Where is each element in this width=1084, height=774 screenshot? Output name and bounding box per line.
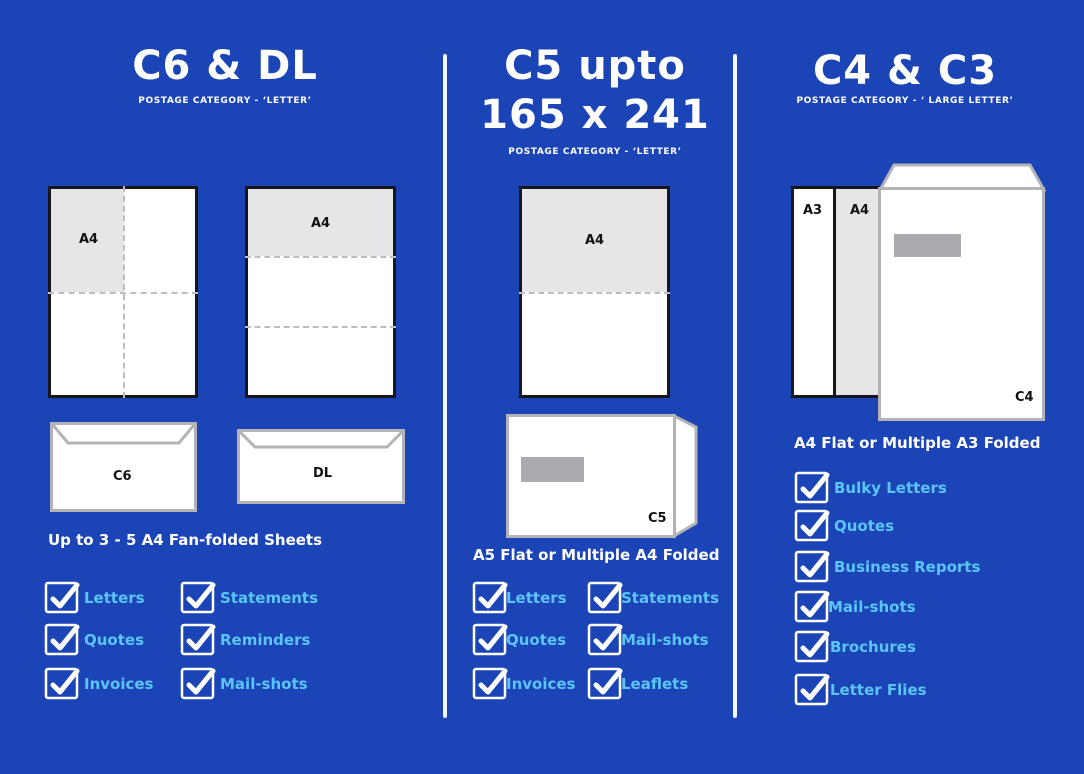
envelope-flap-side-icon — [672, 413, 698, 539]
check-item: Letters — [44, 581, 145, 614]
check-item: Statements — [587, 581, 720, 614]
check-item: Statements — [180, 581, 319, 614]
paper-a4-tri-fold: A4 — [245, 186, 396, 398]
envelope-label: C5 — [648, 511, 667, 526]
item-label: Leaflets — [621, 675, 689, 693]
checkbox-checked-icon — [794, 630, 830, 663]
checkbox-checked-icon — [44, 667, 80, 700]
checkbox-checked-icon — [180, 667, 216, 700]
checkbox-checked-icon — [472, 581, 508, 614]
postage-category: POSTAGE CATEGORY - ‘ LARGE LETTER’ — [796, 96, 1014, 106]
checkbox-checked-icon — [587, 623, 623, 656]
paper-label: A4 — [585, 233, 605, 248]
check-item: Mail-shots — [587, 623, 709, 656]
check-item: Bulky Letters — [794, 471, 947, 504]
capacity-caption: A4 Flat or Multiple A3 Folded — [794, 434, 1041, 452]
checkbox-checked-icon — [794, 471, 830, 504]
checkbox-checked-icon — [587, 667, 623, 700]
envelope-label: C4 — [1015, 390, 1034, 405]
item-label: Quotes — [506, 631, 567, 649]
fold-line — [48, 292, 198, 294]
envelope-dl: DL — [237, 429, 405, 504]
envelope-flap-icon — [240, 432, 402, 449]
paper-label: A4 — [850, 203, 870, 218]
paper-label: A4 — [311, 216, 331, 231]
check-item: Invoices — [44, 667, 154, 700]
check-item: Reminders — [180, 623, 311, 656]
checkbox-checked-icon — [794, 509, 830, 542]
item-label: Invoices — [506, 675, 576, 693]
address-window — [521, 457, 584, 482]
item-label: Quotes — [834, 517, 895, 535]
item-label: Reminders — [220, 631, 311, 649]
item-label: Mail-shots — [220, 675, 308, 693]
envelope-label: C6 — [113, 469, 132, 484]
item-label: Brochures — [830, 638, 916, 656]
address-window — [894, 234, 961, 257]
checkbox-checked-icon — [794, 673, 830, 706]
envelope-c6: C6 — [50, 422, 197, 512]
column-title: C5 upto — [504, 43, 686, 89]
envelope-label: DL — [313, 466, 333, 481]
checkbox-checked-icon — [472, 623, 508, 656]
item-label: Invoices — [84, 675, 154, 693]
checkbox-checked-icon — [180, 623, 216, 656]
check-item: Mail-shots — [180, 667, 308, 700]
check-item: Letter Flies — [794, 673, 927, 706]
fold-line — [245, 256, 396, 258]
column-divider-1 — [443, 54, 447, 718]
checkbox-checked-icon — [794, 550, 830, 583]
checkbox-checked-icon — [794, 590, 830, 623]
item-label: Quotes — [84, 631, 145, 649]
item-label: Mail-shots — [621, 631, 709, 649]
paper-label: A4 — [79, 232, 99, 247]
fold-line — [519, 292, 670, 294]
item-label: Letters — [506, 589, 567, 607]
item-label: Bulky Letters — [834, 479, 947, 497]
check-item: Mail-shots — [794, 590, 916, 623]
check-item: Quotes — [472, 623, 567, 656]
item-label: Letters — [84, 589, 145, 607]
checkbox-checked-icon — [180, 581, 216, 614]
check-item: Brochures — [794, 630, 916, 663]
column-title: C6 & DL — [132, 43, 318, 89]
checkbox-checked-icon — [587, 581, 623, 614]
item-label: Statements — [220, 589, 319, 607]
column-title: C4 & C3 — [812, 48, 998, 94]
item-label: Mail-shots — [828, 598, 916, 616]
checkbox-checked-icon — [44, 581, 80, 614]
postage-category: POSTAGE CATEGORY - ‘LETTER’ — [138, 96, 312, 106]
fold-line — [245, 326, 396, 328]
check-item: Quotes — [44, 623, 145, 656]
checkbox-checked-icon — [472, 667, 508, 700]
check-item: Invoices — [472, 667, 576, 700]
check-item: Leaflets — [587, 667, 689, 700]
check-item: Business Reports — [794, 550, 981, 583]
check-item: Quotes — [794, 509, 895, 542]
column-title-line-2: 165 x 241 — [480, 92, 710, 138]
checkbox-checked-icon — [44, 623, 80, 656]
postage-category: POSTAGE CATEGORY - ‘LETTER’ — [508, 147, 682, 157]
paper-label: A3 — [803, 203, 823, 218]
item-label: Business Reports — [834, 558, 981, 576]
envelope-c5: C5 — [506, 414, 676, 538]
item-label: Letter Flies — [830, 681, 927, 699]
capacity-caption: A5 Flat or Multiple A4 Folded — [473, 546, 720, 564]
paper-a4-half-fold: A4 — [519, 186, 670, 398]
capacity-caption: Up to 3 - 5 A4 Fan-folded Sheets — [48, 531, 323, 549]
envelope-flap-icon — [53, 425, 194, 445]
paper-a3: A3 — [791, 186, 836, 398]
paper-a4-quarter-fold: A4 — [48, 186, 198, 398]
check-item: Letters — [472, 581, 567, 614]
envelope-c4: C4 — [878, 187, 1045, 421]
item-label: Statements — [621, 589, 720, 607]
